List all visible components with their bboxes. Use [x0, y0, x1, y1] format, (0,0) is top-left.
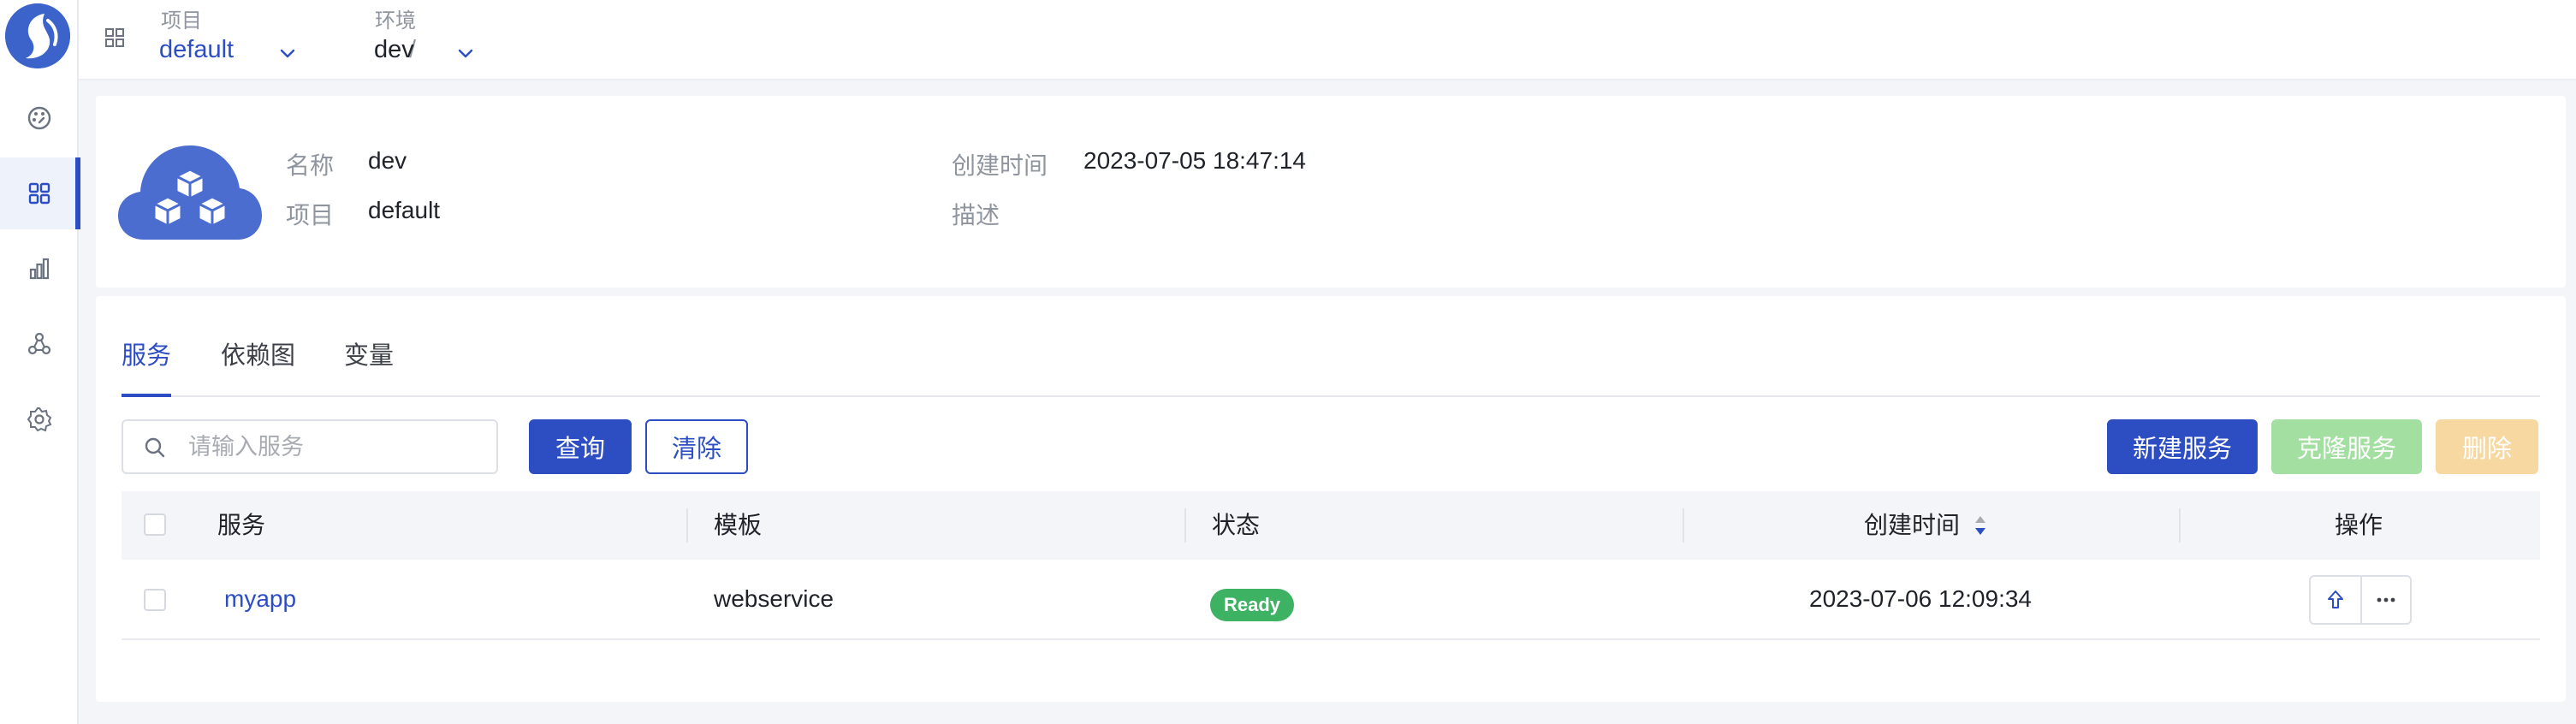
table-header: 服务 模板 状态 创建时间 操作 — [122, 491, 2540, 560]
row-checkbox[interactable] — [144, 589, 166, 611]
top-bar: 项目 default / 环境 dev — [79, 0, 2576, 80]
tab-variables[interactable]: 变量 — [344, 337, 394, 395]
name-value: dev — [368, 147, 407, 174]
project-label: 项目 — [286, 202, 335, 228]
table-row: myapp webservice Ready 2023-07-06 12:09:… — [122, 560, 2540, 640]
clear-button[interactable]: 清除 — [645, 419, 748, 474]
bar-chart-icon — [29, 258, 50, 280]
search-icon — [145, 437, 165, 458]
column-header-actions: 操作 — [2335, 512, 2383, 538]
dashboard-icon — [27, 106, 51, 130]
sidebar-item-metrics[interactable] — [0, 233, 79, 305]
created-time-label: 创建时间 — [952, 152, 1048, 179]
sidebar-item-settings[interactable] — [0, 383, 79, 455]
upgrade-button[interactable] — [2311, 577, 2360, 623]
services-panel: 服务 依赖图 变量 查询 清除 新建服务 克隆服务 删除 服务 模板 状态 创建… — [96, 296, 2566, 702]
services-table: 服务 模板 状态 创建时间 操作 myapp webservice Ready … — [122, 491, 2540, 640]
more-actions-button[interactable] — [2360, 577, 2410, 623]
upload-arrow-icon — [2328, 590, 2343, 608]
column-header-status: 状态 — [1212, 512, 1261, 538]
row-actions — [2309, 575, 2412, 625]
new-service-button[interactable]: 新建服务 — [2107, 419, 2258, 474]
template-cell: webservice — [714, 585, 834, 612]
ellipsis-icon — [2377, 597, 2395, 602]
sidebar-item-cluster[interactable] — [0, 308, 79, 380]
tab-bar: 服务 依赖图 变量 — [122, 337, 2540, 397]
clone-service-button[interactable]: 克隆服务 — [2271, 419, 2422, 474]
environment-cloud-icon — [118, 145, 262, 240]
project-selector-label: 项目 — [161, 9, 202, 33]
env-selector-label: 环境 — [375, 9, 416, 33]
created-time-value: 2023-07-05 18:47:14 — [1083, 147, 1306, 174]
gear-icon — [27, 407, 52, 432]
column-divider — [686, 508, 688, 543]
column-header-created-time[interactable]: 创建时间 — [1864, 491, 1960, 560]
tab-services[interactable]: 服务 — [122, 337, 172, 397]
tab-dependency-graph[interactable]: 依赖图 — [221, 337, 295, 395]
apps-menu-icon[interactable] — [103, 26, 127, 50]
sidebar — [0, 0, 80, 724]
delete-button[interactable]: 删除 — [2436, 419, 2538, 474]
search-field[interactable] — [122, 419, 498, 474]
column-header-template: 模板 — [714, 512, 763, 538]
chevron-down-icon[interactable] — [455, 43, 476, 63]
apps-grid-icon — [28, 182, 50, 205]
name-label: 名称 — [286, 152, 335, 179]
project-value: default — [368, 197, 441, 223]
service-name-link[interactable]: myapp — [224, 560, 296, 638]
description-label: 描述 — [952, 202, 1000, 228]
search-input[interactable] — [188, 430, 479, 464]
environment-info-card: 名称 dev 项目 default 创建时间 2023-07-05 18:47:… — [96, 96, 2566, 288]
status-badge: Ready — [1210, 589, 1295, 621]
query-button[interactable]: 查询 — [529, 419, 632, 474]
select-all-checkbox[interactable] — [144, 513, 166, 536]
project-selector[interactable]: default — [159, 36, 234, 64]
sort-icon[interactable] — [1972, 513, 1989, 537]
created-time-cell: 2023-07-06 12:09:34 — [1809, 585, 2032, 612]
chevron-down-icon[interactable] — [277, 43, 298, 63]
sidebar-item-dashboard[interactable] — [0, 82, 79, 154]
cluster-icon — [27, 332, 51, 355]
column-divider — [2179, 508, 2181, 543]
column-divider — [1683, 508, 1684, 543]
column-header-service: 服务 — [217, 512, 266, 538]
app-logo[interactable] — [5, 3, 70, 68]
column-divider — [1184, 508, 1186, 543]
sidebar-item-apps[interactable] — [0, 157, 80, 229]
env-selector[interactable]: dev — [374, 36, 414, 64]
